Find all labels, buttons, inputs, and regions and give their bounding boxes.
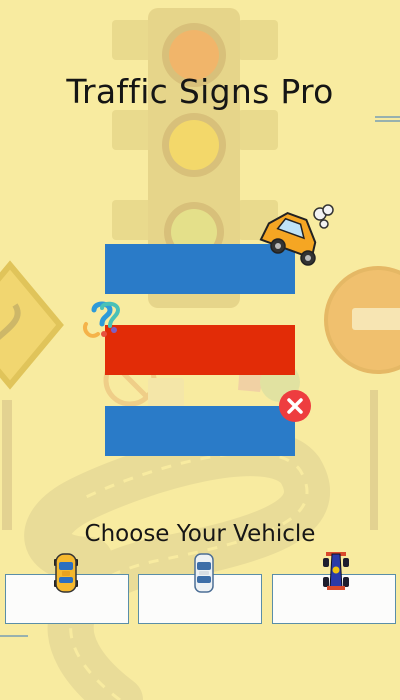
close-icon xyxy=(287,398,303,414)
app-title: Traffic Signs Pro xyxy=(66,72,334,111)
menu-button-2[interactable] xyxy=(105,325,295,375)
blue-race-car-icon xyxy=(323,552,349,590)
cartoon-taxi-icon xyxy=(259,204,334,266)
close-button[interactable] xyxy=(279,390,311,422)
yellow-taxi-car-icon xyxy=(54,553,78,593)
white-sedan-car-icon xyxy=(194,553,214,593)
menu-button-3[interactable] xyxy=(105,406,295,456)
decorative-line xyxy=(0,635,28,637)
decorative-line xyxy=(375,116,400,118)
decorative-line xyxy=(375,120,400,122)
curve-road-sign-icon xyxy=(0,260,64,530)
do-not-enter-sign-icon xyxy=(324,266,400,530)
choose-vehicle-label: Choose Your Vehicle xyxy=(84,521,316,547)
question-mark-icon xyxy=(83,301,121,338)
